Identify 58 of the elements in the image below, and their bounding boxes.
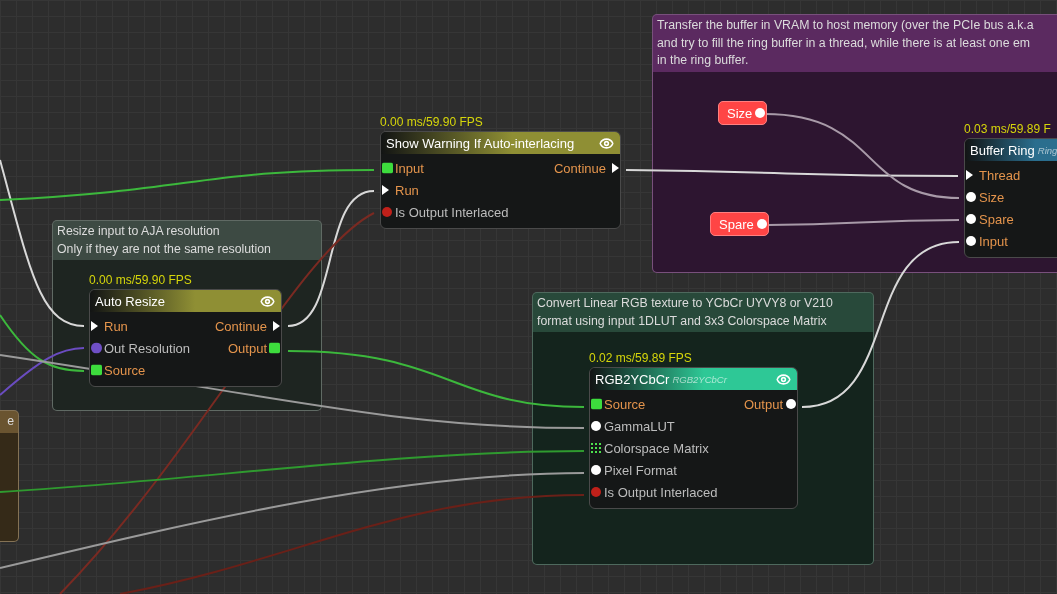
texture-pin-icon[interactable]: [591, 398, 602, 410]
group-comment: Resize input to AJA resolution Only if they are not the same resolution: [56, 223, 272, 258]
exec-pin-icon[interactable]: [612, 163, 619, 173]
bool-pin-icon[interactable]: [591, 487, 601, 497]
input-pin-label: Input: [395, 160, 424, 176]
input-pin-label: Size: [979, 189, 1005, 205]
input-pin-label: Run: [104, 318, 128, 334]
input-pin-label: Spare: [979, 211, 1014, 227]
graph-node[interactable]: RGB2YCbCr RGB2YCbCr Source Output GammaLUT Colorspace Matrix Pixel Format Is Output Interlaced: [589, 367, 798, 509]
graph-node[interactable]: Auto Resize Run Continue Out Resolution Output Source: [89, 289, 282, 387]
node-title: RGB2YCbCr: [595, 371, 670, 387]
input-pin-label: GammaLUT: [604, 418, 675, 434]
output-pin-label: Continue: [214, 318, 267, 334]
input-pin-label: Colorspace Matrix: [604, 440, 709, 456]
bool-pin-icon[interactable]: [382, 207, 392, 217]
data-pin-icon[interactable]: [591, 421, 601, 431]
input-pin-label: Is Output Interlaced: [395, 204, 509, 220]
input-pin-label: Source: [604, 396, 646, 412]
input-pin-label: Out Resolution: [104, 340, 190, 356]
texture-pin-icon[interactable]: [91, 364, 102, 376]
eye-icon[interactable]: [599, 135, 614, 151]
node-type-label: Ring: [1037, 144, 1057, 156]
group-comment: Convert Linear RGB texture to YCbCr UYVY8 or V210 format using input 1DLUT and 3x3 Colorspace Matrix: [536, 295, 834, 330]
group-comment: e: [6, 413, 15, 430]
node-title: Auto Resize: [95, 293, 166, 309]
graph-node[interactable]: Show Warning If Auto-interlacing Input Continue Run Is Output Interlaced: [380, 131, 621, 229]
input-pin-label: Input: [979, 233, 1008, 249]
input-pin-label: Thread: [979, 167, 1021, 183]
data-pin-icon[interactable]: [786, 399, 796, 409]
node-title: Show Warning If Auto-interlacing: [386, 135, 575, 151]
output-pin-label: Output: [227, 340, 267, 356]
exec-pin-icon[interactable]: [273, 321, 280, 331]
exec-pin-icon[interactable]: [382, 185, 389, 195]
input-pin-label: Source: [104, 362, 146, 378]
eye-icon[interactable]: [260, 293, 275, 309]
data-pin-icon[interactable]: [966, 214, 976, 224]
matrix-pin-icon[interactable]: [591, 443, 601, 453]
texture-pin-icon[interactable]: [382, 162, 393, 174]
enum-pin-icon[interactable]: [91, 342, 102, 354]
exec-pin-icon[interactable]: [966, 170, 973, 180]
exec-pin-icon[interactable]: [91, 321, 98, 331]
graph-node[interactable]: Buffer Ring Ring Thread Size Spare Input: [964, 138, 1057, 258]
node-title: Buffer Ring: [970, 142, 1035, 158]
input-pin-label: Run: [395, 182, 419, 198]
group-comment: Transfer the buffer in VRAM to host memory (over the PCIe bus a.k.a and try to fill the ring buffer in a thread, while there is at least one em in the ring buffer.: [656, 17, 1035, 69]
timing-label: 0.03 ms/59.89 F: [964, 122, 1051, 136]
input-pin-label: Pixel Format: [604, 462, 677, 478]
texture-pin-icon[interactable]: [269, 342, 280, 354]
timing-label: 0.02 ms/59.89 FPS: [589, 351, 692, 365]
output-pin-label: Continue: [553, 160, 606, 176]
data-pin-icon[interactable]: [966, 192, 976, 202]
timing-label: 0.00 ms/59.90 FPS: [380, 115, 483, 129]
timing-label: 0.00 ms/59.90 FPS: [89, 273, 192, 287]
node-type-label: RGB2YCbCr: [672, 373, 727, 385]
input-pin-label: Is Output Interlaced: [604, 484, 718, 500]
data-pin-icon[interactable]: [591, 465, 601, 475]
data-pin-icon[interactable]: [966, 236, 976, 246]
output-pin-label: Output: [743, 396, 783, 412]
